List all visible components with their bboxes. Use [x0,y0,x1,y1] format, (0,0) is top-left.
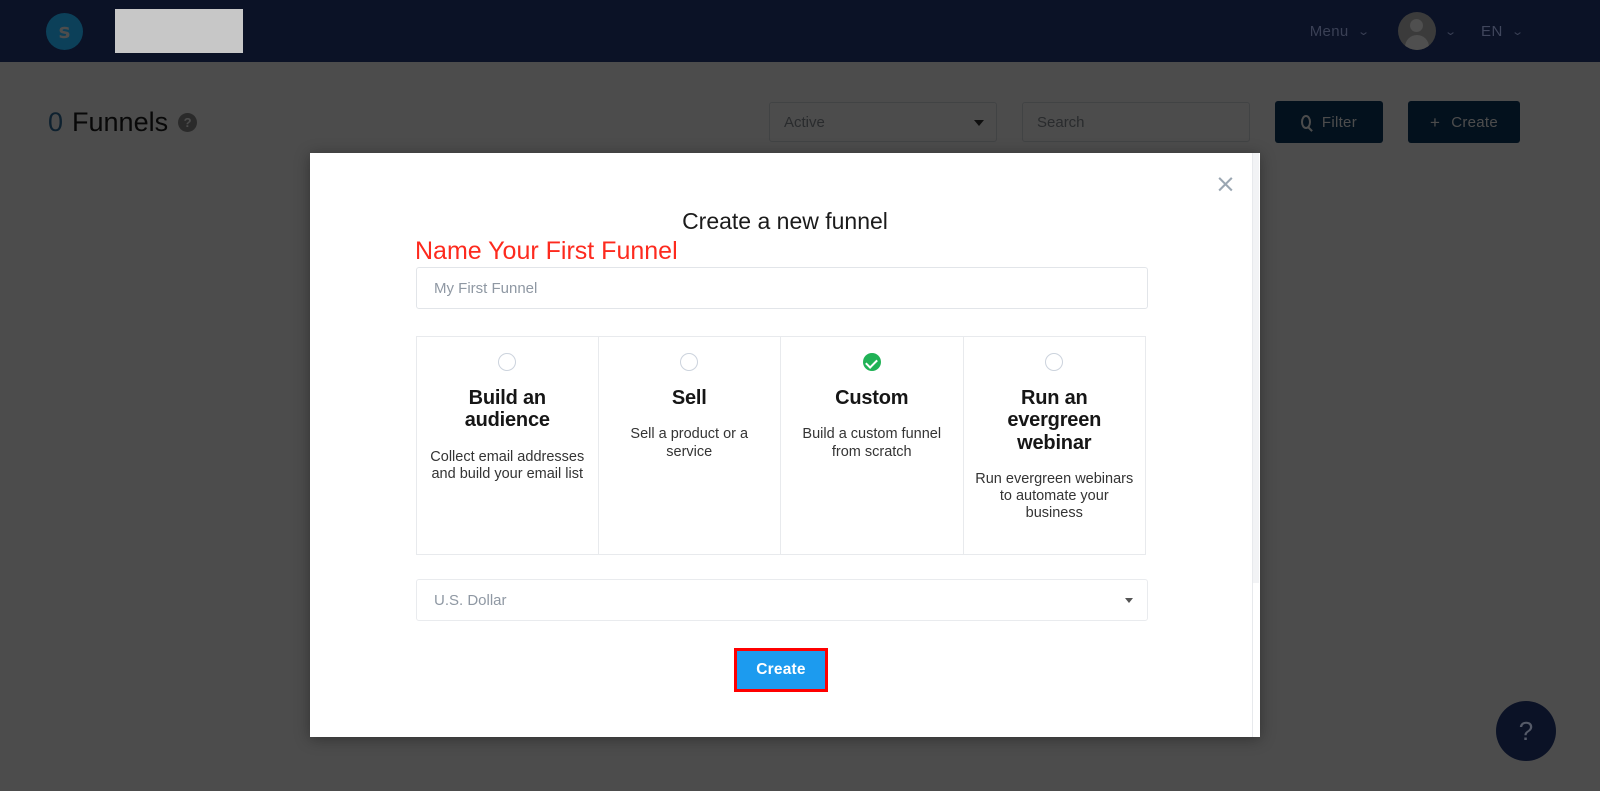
top-navigation-bar: s Menu ⌄ ⌄ EN ⌄ [0,0,1600,62]
funnel-type-options: Build an audience Collect email addresse… [416,336,1146,555]
funnel-type-option-sell[interactable]: Sell Sell a product or a service [598,336,781,555]
language-selector-label[interactable]: EN [1481,23,1503,40]
avatar[interactable] [1397,12,1436,50]
app-root: s Menu ⌄ ⌄ EN ⌄ 0 Funnels ? Active [0,0,1600,791]
modal-create-button[interactable]: Create [737,651,825,689]
brand-area[interactable]: s [46,9,243,53]
option-title: Run an evergreen webinar [1007,387,1102,454]
top-nav-right-group: Menu ⌄ ⌄ EN ⌄ [1310,12,1524,50]
funnel-type-option-evergreen-webinar[interactable]: Run an evergreen webinar Run evergreen w… [963,336,1146,555]
brand-name-redacted [115,9,243,53]
option-description: Collect email addresses and build your e… [430,448,585,482]
modal-scrollbar[interactable] [1252,153,1260,737]
option-description: Build a custom funnel from scratch [802,426,942,460]
help-fab-button[interactable]: ? [1496,701,1556,761]
currency-select-value: U.S. Dollar [434,591,507,609]
option-title: Custom [835,387,909,409]
modal-title: Create a new funnel [682,208,888,234]
create-funnel-modal: × Create a new funnel Name Your First Fu… [310,153,1260,737]
radio-icon-custom-selected[interactable] [862,353,881,371]
close-icon[interactable]: × [1215,171,1236,196]
app-logo-icon[interactable]: s [46,12,83,50]
funnel-name-input[interactable] [416,267,1148,309]
modal-subtitle: Name Your First Funnel [415,237,678,265]
chevron-down-icon-currency [1125,598,1133,603]
chevron-down-icon-menu[interactable]: ⌄ [1357,25,1370,38]
option-title: Sell [671,387,707,409]
chevron-down-icon-avatar[interactable]: ⌄ [1444,25,1457,38]
menu-dropdown-label[interactable]: Menu [1310,23,1349,40]
radio-icon-evergreen-webinar[interactable] [1045,353,1064,371]
option-title: Build an audience [464,387,550,432]
chevron-down-icon-language[interactable]: ⌄ [1511,25,1524,38]
currency-select[interactable]: U.S. Dollar [416,579,1148,621]
funnel-type-option-custom[interactable]: Custom Build a custom funnel from scratc… [781,336,964,555]
create-submit-highlight: Create [734,648,828,692]
funnel-type-option-build-audience[interactable]: Build an audience Collect email addresse… [416,336,599,555]
option-description: Sell a product or a service [630,426,749,460]
radio-icon-build-audience[interactable] [498,353,517,371]
option-description: Run evergreen webinars to automate your … [975,471,1134,522]
radio-icon-sell[interactable] [680,353,699,371]
